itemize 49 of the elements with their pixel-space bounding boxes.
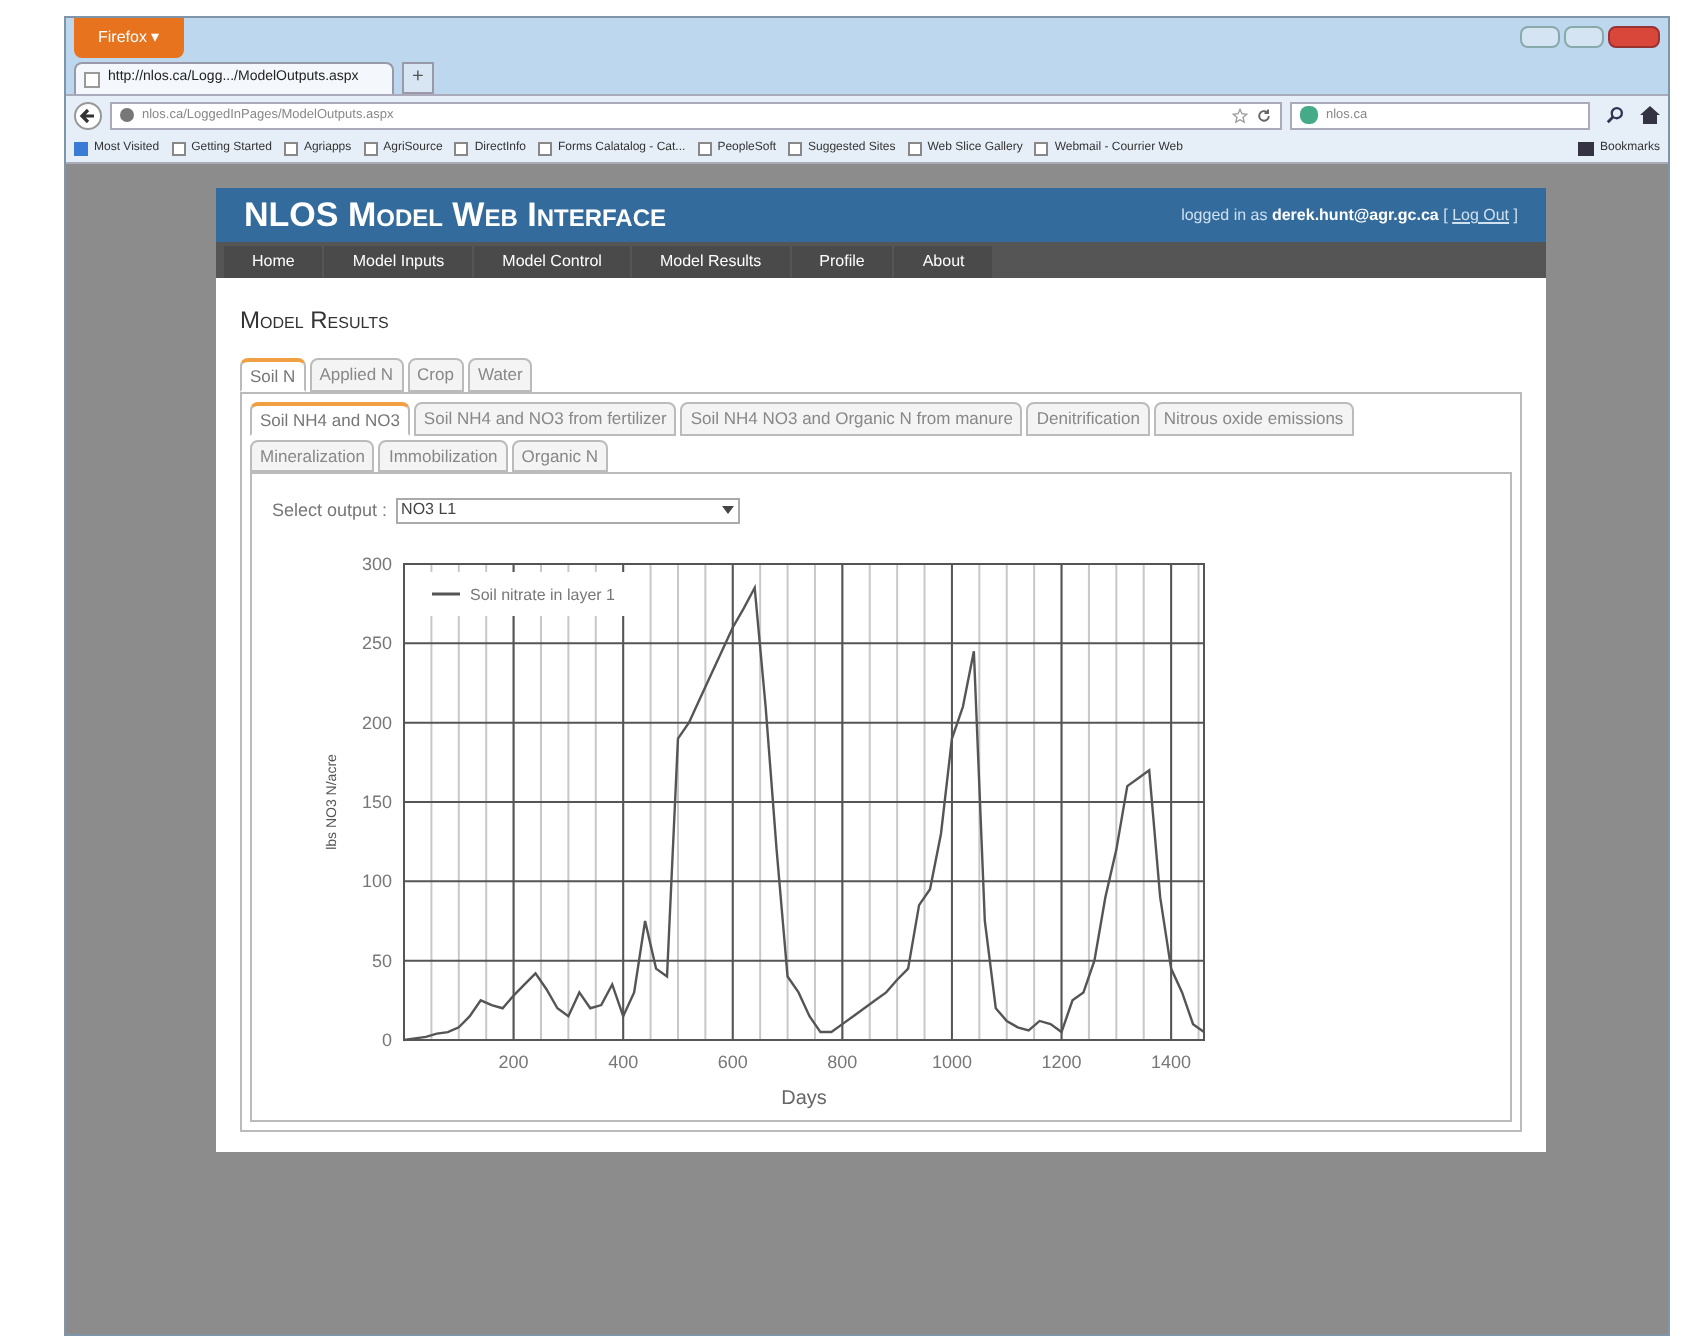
- search-icon[interactable]: [1606, 106, 1624, 124]
- x-tick-label: 1000: [931, 1052, 972, 1072]
- tab[interactable]: Soil NH4 and NO3: [250, 401, 410, 435]
- tab[interactable]: Soil N: [240, 357, 306, 391]
- reload-icon[interactable]: [1256, 107, 1272, 123]
- output-select[interactable]: NO3 L1: [395, 497, 740, 524]
- home-icon[interactable]: [1640, 106, 1660, 124]
- nav-link[interactable]: Model Inputs: [324, 245, 473, 277]
- x-tick-label: 800: [827, 1052, 858, 1072]
- x-tick-label: 1400: [1151, 1052, 1192, 1072]
- y-tick-label: 0: [381, 1030, 392, 1050]
- legend-label: Soil nitrate in layer 1: [470, 586, 615, 604]
- x-tick-label: 400: [608, 1052, 639, 1072]
- x-tick-label: 1200: [1041, 1052, 1082, 1072]
- nav-link[interactable]: About: [894, 245, 993, 277]
- page-heading: Model Results: [240, 303, 391, 337]
- nav-link[interactable]: Profile: [791, 245, 893, 277]
- close-icon[interactable]: [1608, 26, 1660, 48]
- y-tick-label: 200: [361, 712, 392, 733]
- login-status: logged in as derek.hunt@agr.gc.ca [ Log Out ]: [1181, 204, 1518, 228]
- page-icon: [538, 141, 552, 155]
- back-icon[interactable]: [74, 101, 102, 129]
- x-tick-label: 200: [498, 1052, 529, 1072]
- page-icon: [907, 141, 922, 155]
- page-icon: [697, 141, 712, 155]
- page-icon: [788, 141, 803, 155]
- page-icon: [1034, 141, 1049, 155]
- new-tab-button[interactable]: +: [402, 62, 434, 94]
- caret-icon: [721, 506, 734, 515]
- select-value: NO3 L1: [401, 498, 457, 523]
- star-icon[interactable]: [1232, 107, 1248, 123]
- page-icon: [283, 141, 298, 155]
- select-label: Select output :: [272, 497, 388, 524]
- page-icon: [454, 141, 469, 155]
- log-out-link[interactable]: Log Out: [1452, 206, 1510, 224]
- page-icon: [84, 71, 100, 87]
- x-axis-title: Days: [781, 1088, 827, 1110]
- y-tick-label: 50: [371, 950, 392, 971]
- x-tick-label: 600: [717, 1052, 748, 1072]
- y-tick-label: 250: [361, 633, 392, 654]
- page-icon: [171, 141, 186, 155]
- y-tick-label: 100: [361, 871, 392, 892]
- y-tick-label: 150: [361, 792, 392, 812]
- site-title: NLOS Model Web Interface: [244, 193, 666, 238]
- page-icon: [363, 141, 378, 155]
- nav-link[interactable]: Model Control: [474, 245, 630, 277]
- nav-link[interactable]: Home: [224, 245, 323, 277]
- nav-link[interactable]: Model Results: [631, 245, 790, 277]
- y-tick-label: 300: [361, 554, 392, 574]
